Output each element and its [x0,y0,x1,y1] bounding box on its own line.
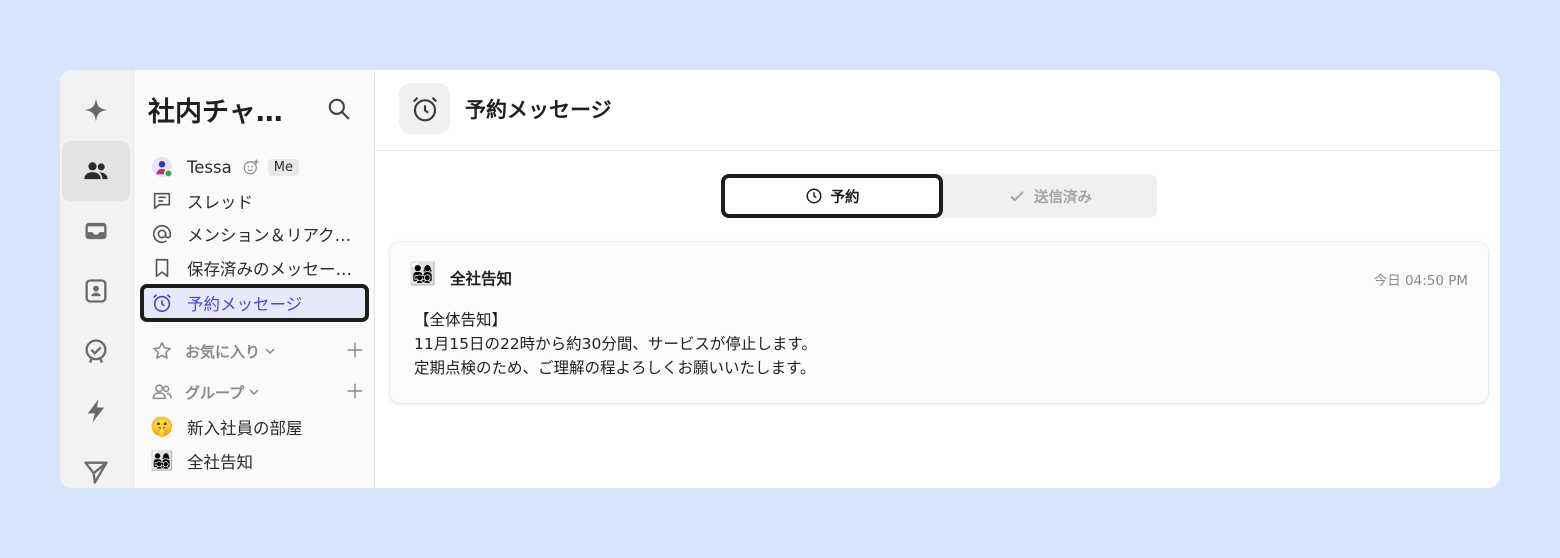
sparkle-icon [84,98,108,122]
sidebar-item-scheduled[interactable]: 予約メッセージ [140,284,369,322]
me-name: Tessa [187,157,232,177]
clock-icon [806,188,821,204]
message-time: 今日 04:50 PM [1373,273,1468,289]
rail-tasks-button[interactable] [62,321,130,381]
tab-switcher: 予約 送信済み [721,174,1157,218]
icon-rail [60,70,134,488]
contacts-icon [85,279,107,303]
channel-label: 新入社員の部屋 [187,419,303,438]
add-group-icon[interactable] [344,380,366,402]
people-icon [84,162,108,180]
sidebar-item-label: メンション＆リアク… [187,226,352,245]
message-line: 11月15日の22時から約30分間、サービスが停止します。 [414,335,817,353]
tab-label: 予約 [830,189,860,206]
rail-contacts-button[interactable] [62,261,130,321]
chevron-down-icon [265,348,275,355]
thread-icon [150,189,174,213]
sidebar-item-label: 予約メッセージ [187,295,303,314]
section-label: グループ [185,383,245,402]
me-badge: Me [267,158,299,176]
scheduled-message-card[interactable]: 👨‍👩‍👧‍👦 全社告知 今日 04:50 PM 【全体告知】 11月15日の2… [390,242,1488,403]
rail-ai-button[interactable] [62,80,130,140]
channel-emoji: 🤫 [150,415,174,438]
alarm-icon [412,96,437,121]
bolt-icon [87,399,105,423]
task-check-icon [85,339,107,364]
send-icon [84,461,108,484]
alarm-icon [150,291,174,315]
rail-people-button[interactable] [62,141,130,201]
avatar [150,155,174,179]
app-window: 社内チャ… Tessa Me スレッド メンション＆リアク… 保存済みのメッセー… [60,70,1500,488]
main-panel: 予約メッセージ 予約 送信済み 👨‍👩‍👧‍👦 全社告知 今日 04:50 PM… [375,70,1500,488]
group-icon [150,380,174,404]
section-groups[interactable]: グループ [140,378,366,406]
tab-sent[interactable]: 送信済み [943,174,1157,218]
sidebar-item-mentions[interactable]: メンション＆リアク… [140,218,366,250]
message-body: 【全体告知】 11月15日の22時から約30分間、サービスが停止します。 定期点… [414,308,817,380]
section-label: お気に入り [185,342,261,361]
rail-send-button[interactable] [62,442,130,488]
add-status-icon[interactable] [242,158,260,176]
star-icon [150,339,174,363]
chevron-down-icon [249,389,259,396]
tab-label: 送信済み [1034,189,1092,206]
sidebar: 社内チャ… Tessa Me スレッド メンション＆リアク… 保存済みのメッセー… [134,70,375,488]
check-icon [1010,191,1024,202]
channel-label: 全社告知 [187,453,253,472]
sidebar-item-threads[interactable]: スレッド [140,185,366,217]
inbox-icon [85,222,107,240]
workspace-title[interactable]: 社内チャ… [148,90,283,129]
bookmark-icon [150,256,174,280]
sidebar-channel-announcements[interactable]: 👨‍👩‍👧‍👦 全社告知 [140,445,366,477]
sidebar-item-label: 保存済みのメッセー… [187,260,352,279]
sidebar-item-me[interactable]: Tessa Me [140,151,366,183]
message-line: 定期点検のため、ご理解の程よろしくお願いいたします。 [414,359,816,377]
channel-emoji: 👨‍👩‍👧‍👦 [150,449,174,472]
section-favorites[interactable]: お気に入り [140,337,366,365]
channel-emoji: 👨‍👩‍👧‍👦 [409,262,437,287]
tab-scheduled[interactable]: 予約 [721,174,943,218]
sidebar-item-saved[interactable]: 保存済みのメッセー… [140,252,366,284]
message-channel: 全社告知 [450,270,513,288]
at-icon [150,222,174,246]
page-title: 予約メッセージ [465,98,612,122]
rail-automation-button[interactable] [62,381,130,441]
sidebar-channel-newcomers[interactable]: 🤫 新入社員の部屋 [140,411,366,443]
page-header: 予約メッセージ [375,70,1500,151]
search-icon[interactable] [326,96,352,122]
rail-inbox-button[interactable] [62,201,130,261]
header-icon-box [399,83,450,134]
sidebar-item-label: スレッド [187,193,253,212]
message-line: 【全体告知】 [414,311,508,329]
add-favorite-icon[interactable] [344,339,366,361]
